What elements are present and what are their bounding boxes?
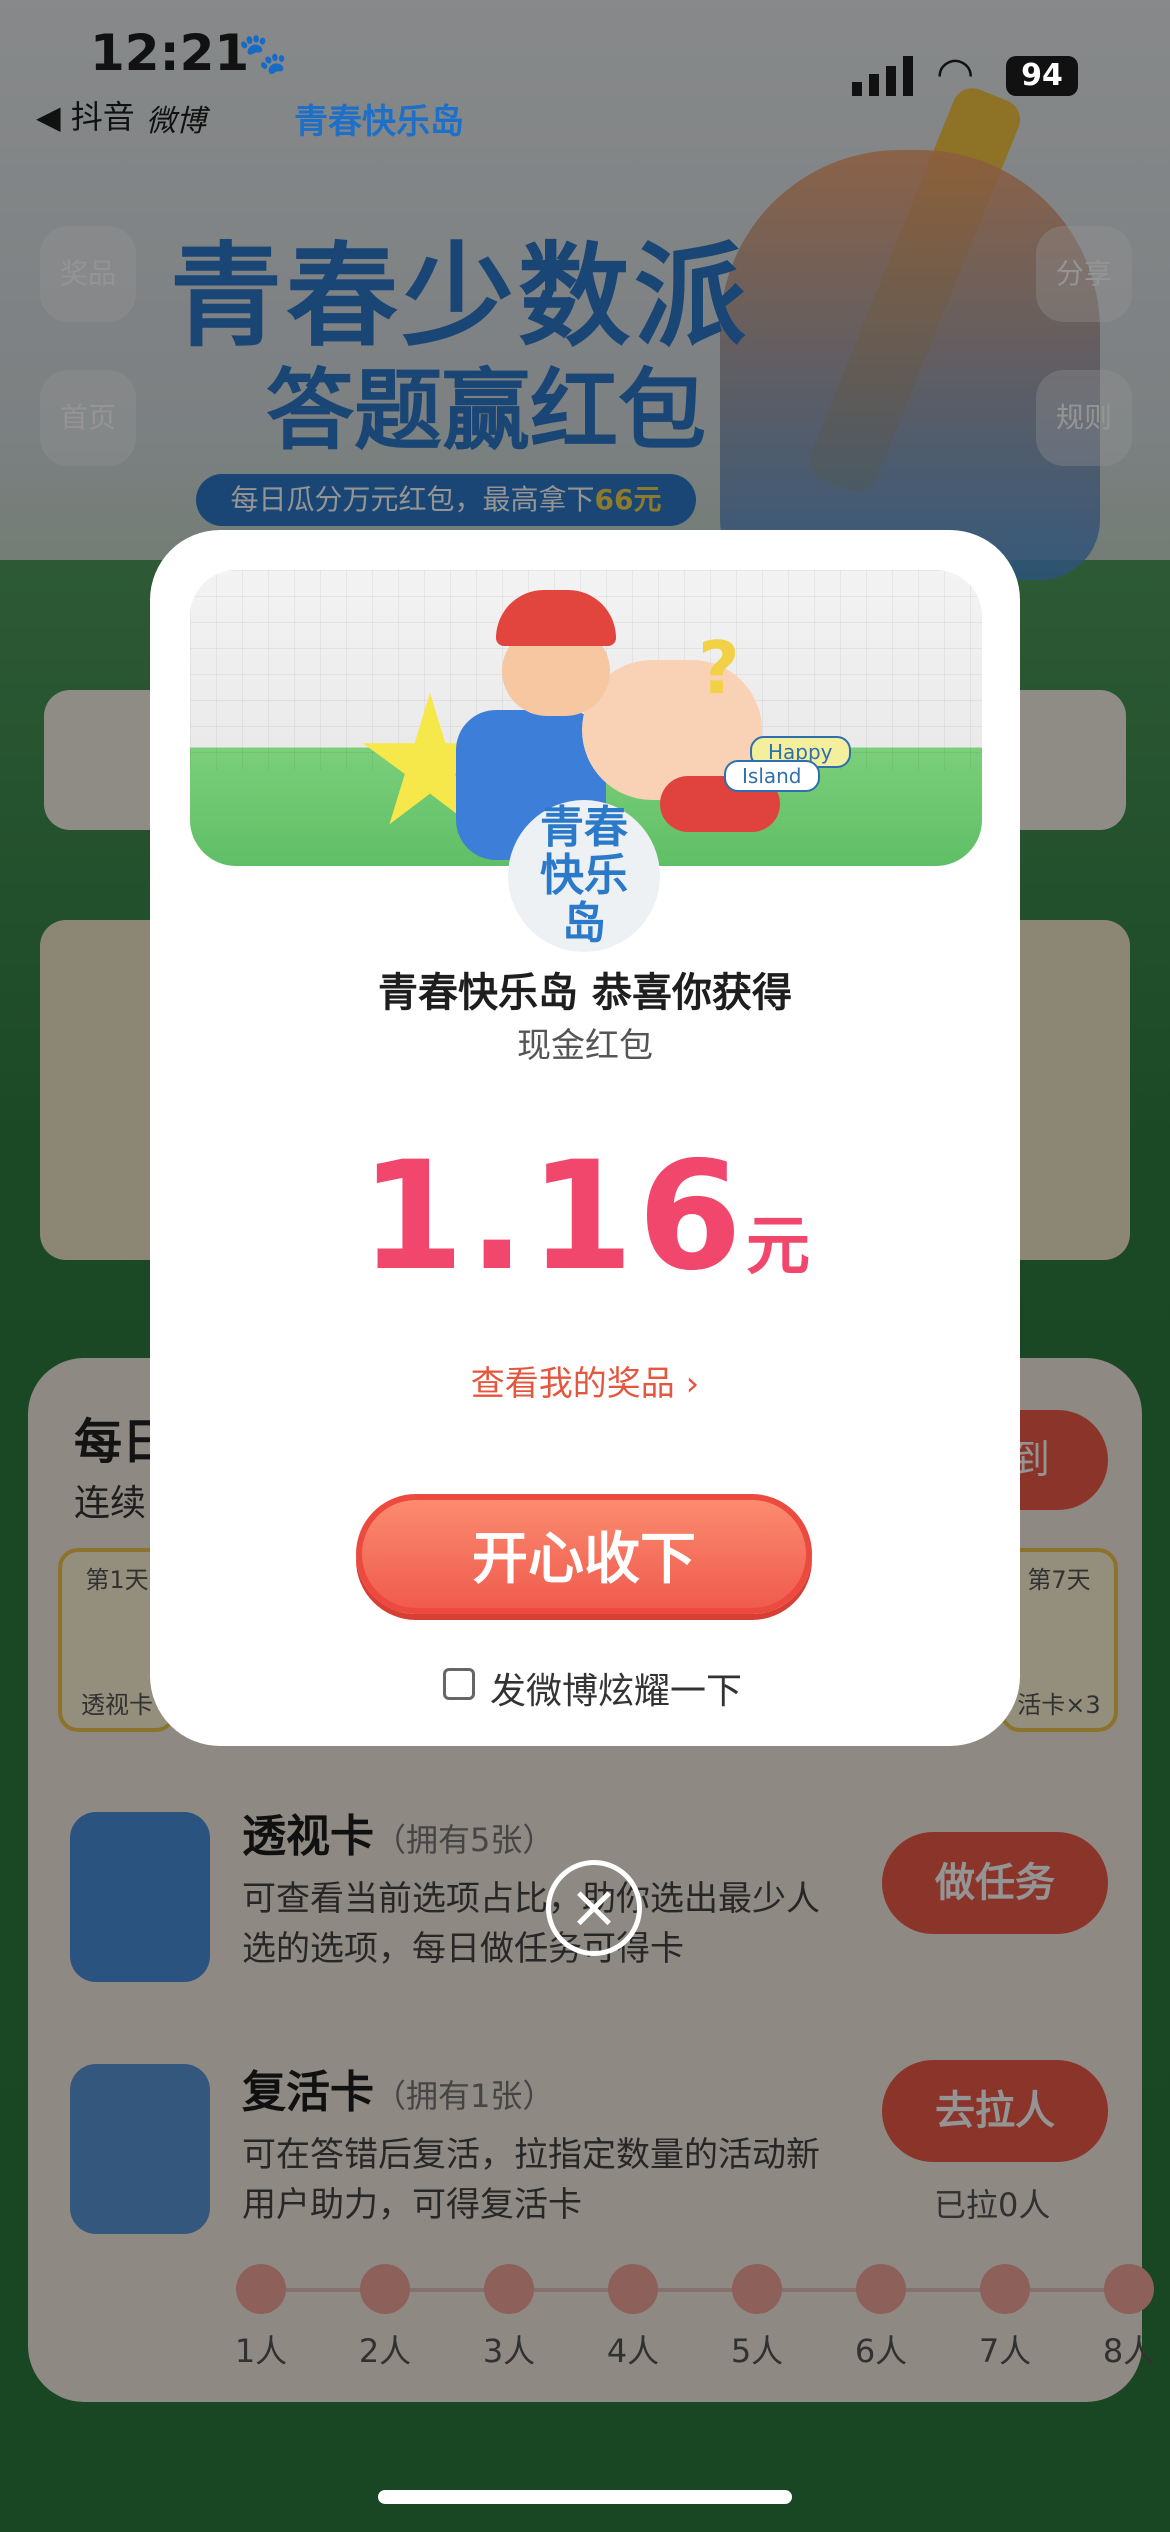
- prize-amount-row: 1.16元: [150, 1130, 1020, 1304]
- back-to-app[interactable]: ◀ 抖音: [36, 92, 135, 138]
- paw-icon: 🐾: [238, 31, 288, 77]
- wifi-icon: ◠: [936, 48, 975, 99]
- accept-button[interactable]: 开心收下: [356, 1494, 812, 1614]
- home-indicator: [378, 2490, 792, 2504]
- view-my-prizes-link[interactable]: 查看我的奖品 ›: [150, 1356, 1020, 1405]
- app-logo-badge: 青春快乐岛: [508, 800, 660, 952]
- question-mark-icon: ?: [698, 626, 740, 710]
- prize-amount: 1.16: [359, 1130, 747, 1304]
- island-tag: Island: [724, 760, 820, 792]
- prize-unit: 元: [746, 1210, 811, 1284]
- signal-icon: [852, 56, 913, 96]
- close-icon[interactable]: ×: [546, 1860, 642, 1956]
- share-weibo-label[interactable]: 发微博炫耀一下: [490, 1662, 742, 1714]
- status-time: 12:21: [90, 24, 250, 82]
- battery-indicator: 94: [1006, 56, 1078, 96]
- modal-heading: 青春快乐岛 恭喜你获得: [378, 970, 792, 1016]
- modal-subheading: 现金红包: [517, 1026, 653, 1066]
- logo-text: 青春快乐岛: [540, 802, 628, 949]
- share-weibo-checkbox[interactable]: [443, 1668, 475, 1700]
- app-title: 青春快乐岛: [294, 102, 464, 142]
- weibo-logo: 微博: [146, 104, 206, 139]
